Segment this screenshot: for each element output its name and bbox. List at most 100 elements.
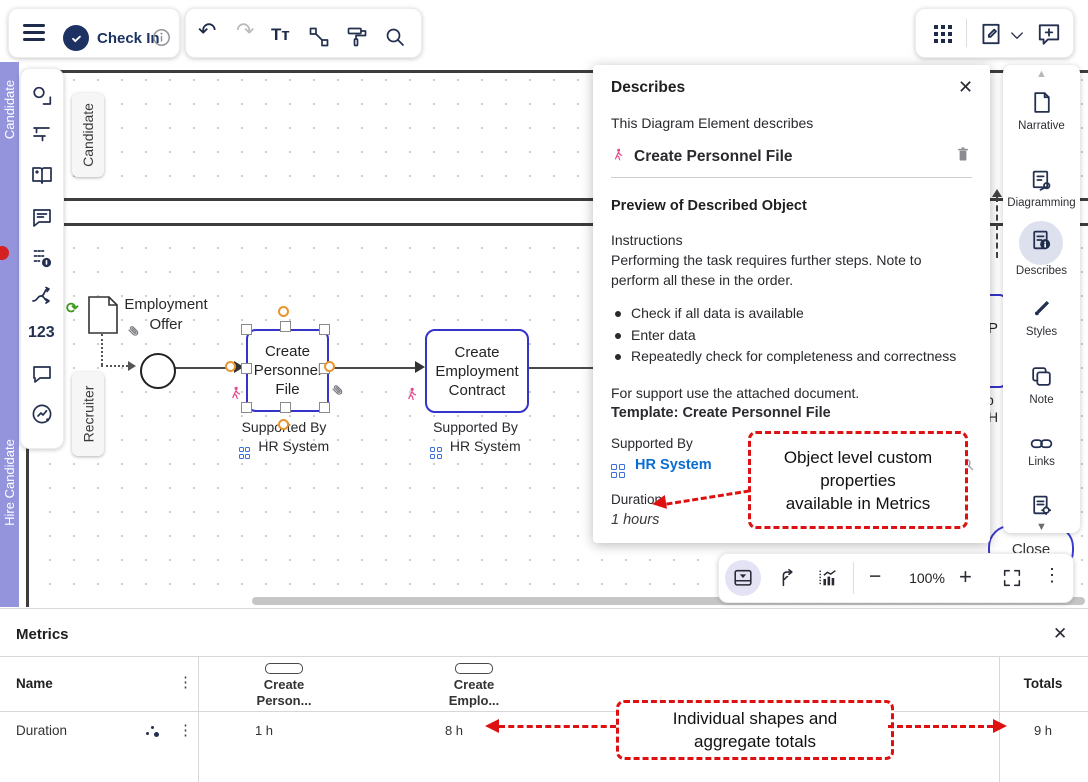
message-flow-arrowhead <box>992 189 1002 197</box>
metric-value-task1: 1 h <box>214 723 314 738</box>
column-header-task1[interactable]: Create <box>234 677 334 692</box>
sidebar-item-note[interactable]: Note <box>1003 364 1080 406</box>
column-header-task2[interactable]: Create <box>424 677 524 692</box>
add-comment-icon[interactable] <box>1036 21 1062 47</box>
bullet-marker <box>615 333 621 339</box>
connection-dock[interactable] <box>278 419 289 430</box>
column-header-task1[interactable]: Person... <box>234 693 334 708</box>
text-tool-icon[interactable]: Tᴛ <box>271 25 290 45</box>
note-tool-icon[interactable] <box>30 362 54 386</box>
task-create-personnel-file[interactable]: CreatePersonnelFile <box>246 329 329 412</box>
connection-dock[interactable] <box>225 361 236 372</box>
row-menu-icon[interactable]: ⋮ <box>178 721 193 739</box>
sequence-flow-2-arrowhead <box>415 361 425 373</box>
fullscreen-icon[interactable] <box>1001 567 1023 589</box>
format-painter-icon[interactable] <box>345 25 369 49</box>
annotation-arrowhead <box>485 719 499 733</box>
panel-toggle-highlight <box>725 560 761 596</box>
chevron-down-icon[interactable] <box>1008 27 1026 45</box>
zoom-in-button[interactable]: + <box>959 564 972 590</box>
person-icon <box>404 386 420 404</box>
instructions-text: Performing the task requires further ste… <box>611 252 921 268</box>
view-toolbar <box>915 8 1074 58</box>
sidebar-item-styles[interactable]: Styles <box>1003 296 1080 338</box>
selection-handle[interactable] <box>280 321 291 332</box>
scatter-icon[interactable] <box>146 725 162 739</box>
selection-handle[interactable] <box>319 402 330 413</box>
zoom-out-button[interactable]: − <box>869 565 881 589</box>
column-menu-icon[interactable]: ⋮ <box>178 673 193 691</box>
task2-supported-by: Supported By HR System <box>418 419 533 459</box>
selection-handle[interactable] <box>241 363 252 374</box>
annotation-arrowhead <box>651 495 667 511</box>
glossary-icon[interactable] <box>30 164 54 188</box>
metrics-title: Metrics <box>16 626 69 643</box>
person-icon <box>228 385 244 403</box>
new-document-icon[interactable] <box>978 21 1004 47</box>
canvas-controls-toolbar: − 100% + ⋮ <box>718 553 1074 603</box>
objects-tool-icon[interactable] <box>30 84 54 108</box>
comment-tool-icon[interactable] <box>30 206 54 230</box>
selection-handle[interactable] <box>319 324 330 335</box>
more-options-icon[interactable]: ⋮ <box>1043 565 1061 586</box>
system-link-row: HR System <box>611 456 712 478</box>
bullet-marker <box>615 354 621 360</box>
search-icon[interactable] <box>383 25 407 49</box>
person-icon <box>611 147 626 164</box>
bullet-marker <box>615 311 621 317</box>
delete-icon[interactable] <box>954 145 972 164</box>
association-connector-v <box>101 334 103 365</box>
column-divider <box>198 656 199 782</box>
task-shape-icon <box>455 663 493 674</box>
document-shape[interactable] <box>88 296 118 334</box>
table-border <box>0 656 1088 657</box>
scroll-down-icon[interactable]: ▼ <box>1003 521 1080 533</box>
connection-dock[interactable] <box>278 306 289 317</box>
panel-toggle-icon[interactable] <box>732 567 754 589</box>
zoom-level[interactable]: 100% <box>904 570 950 586</box>
described-element-link[interactable]: Create Personnel File <box>634 148 793 166</box>
branch-tool-icon[interactable] <box>30 284 54 308</box>
sidebar-item-diagramming[interactable]: Diagramming <box>1003 168 1080 209</box>
lane-label-recruiter[interactable]: Recruiter <box>72 372 104 456</box>
selection-handle[interactable] <box>241 402 252 413</box>
align-tool-icon[interactable] <box>30 122 54 146</box>
totals-column-header: Totals <box>999 676 1087 691</box>
task-create-employment-contract[interactable]: CreateEmploymentContract <box>425 329 529 413</box>
selection-handle[interactable] <box>241 324 252 335</box>
checkin-status-icon[interactable] <box>63 25 89 51</box>
flow-view-icon[interactable] <box>777 567 799 589</box>
selection-handle[interactable] <box>280 402 291 413</box>
column-header-task2[interactable]: Emplo... <box>424 693 524 708</box>
app-window: Candidate Hire Candidate Recruiter Candi… <box>0 0 1088 782</box>
system-link[interactable]: HR System <box>635 457 712 473</box>
connection-dock[interactable] <box>324 361 335 372</box>
describes-icon <box>1029 228 1054 253</box>
sequence-flow-2[interactable] <box>325 367 416 369</box>
redo-icon[interactable]: ↷ <box>236 18 254 44</box>
undo-icon[interactable]: ↶ <box>198 18 216 44</box>
start-event[interactable] <box>140 353 176 389</box>
table-border <box>0 711 1088 712</box>
attributes-tool-icon[interactable] <box>30 246 54 270</box>
pool-strip-label-top: Candidate <box>0 64 19 154</box>
name-column-header[interactable]: Name <box>16 676 53 691</box>
menu-icon[interactable] <box>23 24 45 42</box>
sidebar-item-narrative[interactable]: Narrative <box>1003 90 1080 132</box>
analytics-tool-icon[interactable] <box>30 402 54 426</box>
lane-label-candidate[interactable]: Candidate <box>72 93 104 177</box>
metrics-tool-icon[interactable]: 123 <box>28 324 55 342</box>
sidebar-item-links[interactable]: Links <box>1003 431 1080 468</box>
connector-tool-icon[interactable] <box>307 25 331 49</box>
apps-grid-icon[interactable] <box>932 23 954 45</box>
sidebar-item-describes[interactable]: Describes <box>1003 228 1080 277</box>
info-icon[interactable] <box>151 27 172 48</box>
shape-toolbar: 123 <box>20 68 64 449</box>
close-icon[interactable]: ✕ <box>1053 624 1067 644</box>
close-icon[interactable]: ✕ <box>958 77 973 98</box>
template-link[interactable]: Template: Create Personnel File <box>611 405 831 421</box>
metrics-view-icon[interactable] <box>817 567 839 589</box>
metric-row-name[interactable]: Duration <box>16 723 67 738</box>
scroll-up-icon[interactable]: ▲ <box>1003 68 1080 80</box>
sidebar-item-settings[interactable] <box>1003 493 1080 518</box>
